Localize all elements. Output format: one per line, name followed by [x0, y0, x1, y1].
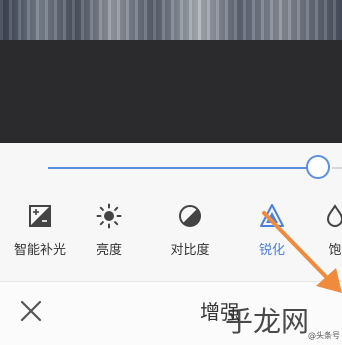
- watermark: 乎龙网: [225, 305, 310, 338]
- auto-light-icon: [29, 205, 51, 227]
- tool-sharpen[interactable]: 锐化: [237, 198, 307, 262]
- tool-label: 亮度: [95, 243, 122, 258]
- sun-icon: [96, 203, 122, 229]
- tool-label: 对比度: [170, 243, 210, 258]
- watermark-handle: @头条号: [308, 331, 340, 340]
- tool-label: 智能补光: [13, 243, 66, 258]
- slider-track-rest[interactable]: [332, 167, 342, 169]
- tool-label: 饱: [328, 243, 342, 258]
- contrast-icon: [179, 205, 201, 227]
- sharpen-triangle-icon: [260, 204, 284, 227]
- photo-canvas: [0, 40, 342, 143]
- saturation-icon: [326, 204, 342, 227]
- slider-thumb[interactable]: [306, 155, 330, 179]
- tool-auto-light[interactable]: 智能补光: [5, 198, 75, 262]
- tool-label: 锐化: [258, 243, 285, 258]
- tool-saturation[interactable]: 饱: [300, 198, 342, 262]
- close-icon[interactable]: [18, 298, 44, 324]
- tool-brightness[interactable]: 亮度: [74, 198, 144, 262]
- photo-preview: [0, 0, 342, 40]
- tool-contrast[interactable]: 对比度: [155, 198, 225, 262]
- slider-track-active[interactable]: [48, 167, 320, 169]
